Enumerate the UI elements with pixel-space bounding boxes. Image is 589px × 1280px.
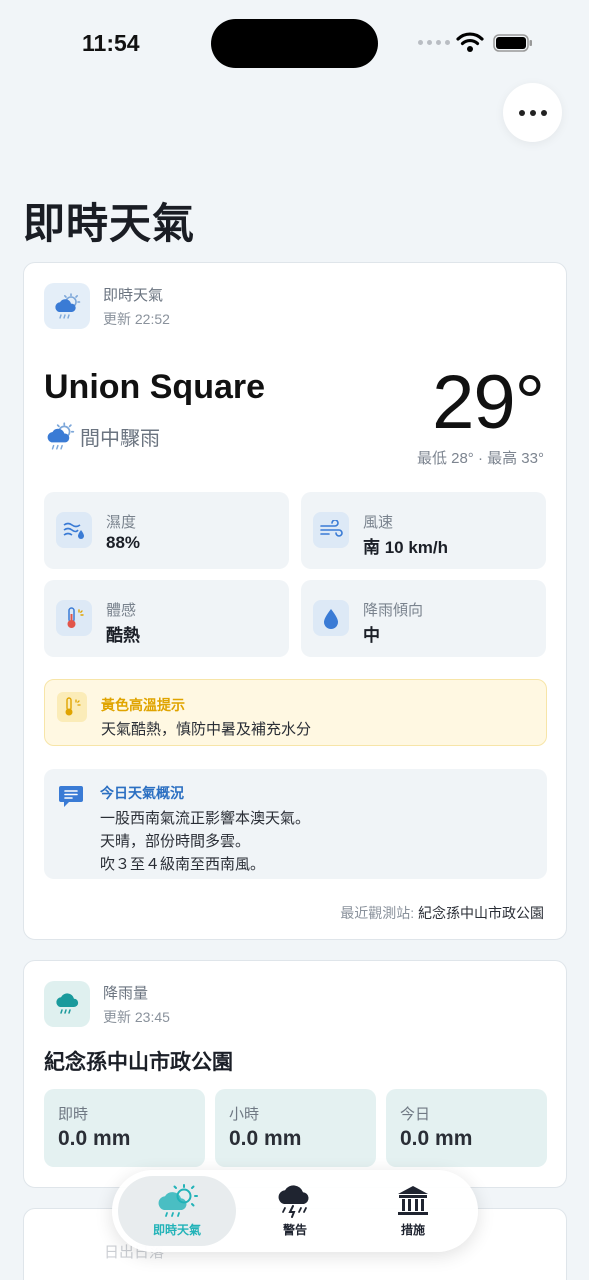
tab-label: 警告 [282, 1223, 307, 1237]
bottom-tab-bar: 即時天氣 警告 措施 [112, 1170, 478, 1252]
partly-cloudy-rain-icon [44, 283, 90, 329]
more-options-button[interactable] [503, 83, 562, 142]
location-name: Union Square [44, 368, 266, 406]
daily-summary: 今日天氣概況 一股西南氣流正影響本澳天氣。 天晴，部份時間多雲。 吹３至４級南至… [44, 769, 547, 879]
alert-title: 黃色高溫提示 [101, 697, 185, 713]
rain-tile-hour: 小時 0.0 mm [215, 1089, 376, 1167]
rain-tile-now: 即時 0.0 mm [44, 1089, 205, 1167]
wind-tile: 風速 南 10 km/h [301, 492, 546, 569]
tile-label: 降雨傾向 [363, 602, 424, 619]
partly-cloudy-rain-icon [158, 1184, 198, 1217]
current-weather-card: 即時天氣 更新 22:52 Union Square 間中驟雨 29° 最低 2… [23, 262, 567, 940]
heat-alert-banner[interactable]: 黃色高溫提示 天氣酷熱，慎防中暑及補充水分 [44, 679, 547, 746]
weather-condition: 間中驟雨 [44, 421, 160, 451]
wifi-icon [456, 32, 484, 52]
tile-value: 中 [363, 626, 380, 645]
min-max-temperature: 最低 28° · 最高 33° [416, 450, 544, 467]
rain-tile-value: 0.0 mm [229, 1127, 302, 1150]
signal-icon [418, 40, 450, 45]
page-title: 即時天氣 [23, 200, 196, 247]
tab-label: 即時天氣 [152, 1223, 201, 1237]
thermometer-icon [56, 600, 92, 636]
tile-value: 88% [106, 533, 141, 552]
message-icon [59, 786, 83, 807]
station-name: 紀念孫中山市政公園 [418, 905, 544, 921]
tile-label: 體感 [106, 602, 137, 619]
rain-tile-label: 今日 [400, 1106, 431, 1123]
card-title: 降雨量 [103, 984, 149, 1002]
rain-tile-today: 今日 0.0 mm [386, 1089, 547, 1167]
rain-station-name: 紀念孫中山市政公園 [44, 1051, 233, 1074]
nearest-station: 最近觀測站: 紀念孫中山市政公園 [340, 903, 544, 923]
tab-current-weather[interactable]: 即時天氣 [118, 1176, 236, 1246]
card-title: 即時天氣 [103, 286, 164, 304]
card-header: 降雨量 更新 23:45 [44, 981, 170, 1027]
dynamic-island [211, 19, 378, 68]
battery-icon [493, 34, 532, 52]
summary-line: 天晴，部份時間多雲。 [100, 833, 251, 850]
feels-like-tile: 體感 酷熱 [44, 580, 289, 657]
condition-text: 間中驟雨 [80, 427, 160, 450]
updated-time: 更新 22:52 [103, 310, 170, 327]
summary-title: 今日天氣概況 [100, 785, 184, 801]
tab-label: 措施 [400, 1223, 425, 1237]
partly-cloudy-rain-icon [47, 422, 75, 450]
government-building-icon [398, 1186, 428, 1215]
summary-line: 吹３至４級南至西南風。 [100, 856, 266, 873]
raindrop-icon [313, 600, 349, 636]
card-header: 即時天氣 更新 22:52 [44, 283, 170, 329]
rain-tile-value: 0.0 mm [400, 1127, 473, 1150]
rainfall-card: 降雨量 更新 23:45 紀念孫中山市政公園 即時 0.0 mm 小時 0.0 … [23, 960, 567, 1188]
tile-value: 酷熱 [106, 626, 140, 645]
tab-warnings[interactable]: 警告 [236, 1176, 354, 1246]
thermometer-sun-icon [57, 692, 87, 722]
tile-label: 濕度 [106, 514, 137, 531]
rain-cloud-icon [44, 981, 90, 1027]
rain-tile-label: 即時 [58, 1106, 89, 1123]
current-temperature: 29° [432, 360, 545, 445]
summary-line: 一股西南氣流正影響本澳天氣。 [100, 810, 311, 827]
updated-time: 更新 23:45 [103, 1008, 170, 1025]
status-time: 11:54 [82, 30, 140, 56]
station-label: 最近觀測站: [340, 905, 415, 921]
rain-tile-label: 小時 [229, 1106, 260, 1123]
rain-chance-tile: 降雨傾向 中 [301, 580, 546, 657]
status-bar: 11:54 [0, 0, 589, 80]
tile-value: 南 10 km/h [363, 538, 449, 557]
storm-cloud-icon [278, 1185, 309, 1218]
tile-label: 風速 [363, 514, 394, 531]
alert-text: 天氣酷熱，慎防中暑及補充水分 [101, 721, 312, 738]
rain-tile-value: 0.0 mm [58, 1127, 131, 1150]
tab-measures[interactable]: 措施 [354, 1176, 472, 1246]
humidity-tile: 濕度 88% [44, 492, 289, 569]
humidity-icon [56, 512, 92, 548]
wind-icon [313, 512, 349, 548]
